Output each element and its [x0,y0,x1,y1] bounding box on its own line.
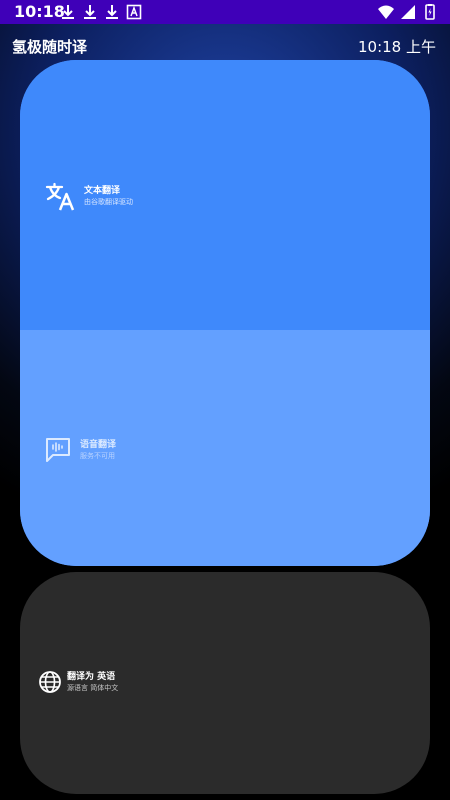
app-title: 氢极随时译 [12,38,88,56]
status-bar: 10:18 [0,0,450,24]
wifi-icon [378,5,394,19]
translation-modes-card: 文本翻译 由谷歌翻译驱动 语音翻译 服务不可用 [20,60,430,566]
font-app-icon [126,4,142,20]
battery-icon [425,4,435,20]
voice-translation-title: 语音翻译 [80,439,117,450]
download-icon [62,5,74,19]
text-translation-title: 文本翻译 [84,185,121,196]
source-language-value: 简体中文 [90,683,119,692]
text-translation-tile[interactable]: 文本翻译 由谷歌翻译驱动 [20,60,430,330]
target-language-card[interactable]: 翻译为 英语 源语言 简体中文 [20,572,430,794]
target-language-value: 英语 [97,671,116,682]
voice-translation-tile[interactable]: 语音翻译 服务不可用 [20,330,430,566]
header-clock: 10:18 上午 [358,38,436,56]
voice-chat-icon [46,438,70,462]
source-language-label: 源语言 [67,683,88,692]
text-translation-subtitle: 由谷歌翻译驱动 [84,197,133,206]
signal-icon [401,5,415,19]
download-icon [84,5,96,19]
globe-icon [39,671,61,693]
translate-icon [45,182,75,211]
status-time: 10:18 [14,2,65,21]
download-icon [106,5,118,19]
translate-to-label: 翻译为 [67,671,95,682]
voice-translation-subtitle: 服务不可用 [80,451,115,460]
